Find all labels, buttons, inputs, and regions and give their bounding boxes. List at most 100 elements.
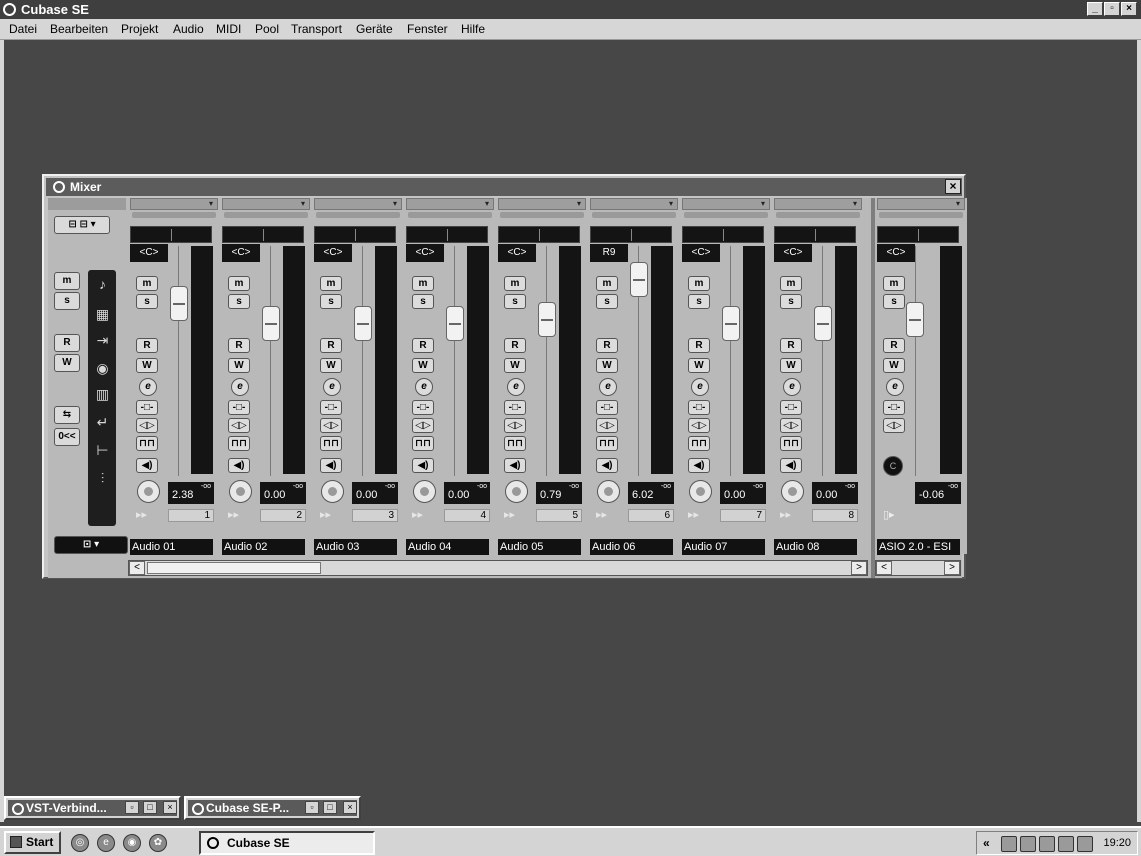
volume-display[interactable]: 0.00 -oo [812, 482, 858, 504]
send-bypass-button[interactable]: ⊓⊓ [228, 436, 250, 451]
solo-button[interactable]: s [596, 294, 618, 309]
insert-slot[interactable] [408, 212, 492, 218]
channel-name[interactable]: Audio 06 [590, 539, 673, 555]
edit-button[interactable]: e [139, 378, 157, 396]
mute-button[interactable]: m [412, 276, 434, 291]
menu-audio[interactable]: Audio [173, 22, 204, 36]
channel-name[interactable]: Audio 08 [774, 539, 857, 555]
channel-name[interactable]: Audio 02 [222, 539, 305, 555]
volume-fader[interactable] [354, 306, 372, 341]
edit-button[interactable]: e [231, 378, 249, 396]
insert-bypass-button[interactable]: -□- [780, 400, 802, 415]
master-insert-bypass-button[interactable]: -□- [883, 400, 905, 415]
menu-hilfe[interactable]: Hilfe [461, 22, 485, 36]
insert-slot[interactable] [592, 212, 676, 218]
menu-transport[interactable]: Transport [291, 22, 342, 36]
global-write-button[interactable]: W [54, 354, 80, 372]
reset-mixer-button[interactable]: 0<< [54, 428, 80, 446]
master-name[interactable]: ASIO 2.0 - ESI [877, 539, 960, 555]
volume-fader[interactable] [446, 306, 464, 341]
read-button[interactable]: R [780, 338, 802, 353]
eq-bypass-button[interactable]: ◁▷ [780, 418, 802, 433]
mixer-close-button[interactable]: × [945, 179, 961, 194]
output-channels-icon[interactable]: ⫶ [94, 470, 111, 487]
mute-button[interactable]: m [320, 276, 342, 291]
volume-fader[interactable] [722, 306, 740, 341]
read-button[interactable]: R [228, 338, 250, 353]
menu-projekt[interactable]: Projekt [121, 22, 158, 36]
volume-display[interactable]: 0.00 -oo [444, 482, 490, 504]
eq-bypass-button[interactable]: ◁▷ [320, 418, 342, 433]
restore-button[interactable]: ▫ [1104, 2, 1120, 16]
record-enable-knob[interactable] [505, 480, 528, 503]
input-channels-icon[interactable]: ⊢ [94, 442, 111, 459]
insert-display[interactable] [314, 226, 396, 243]
eq-bypass-button[interactable]: ◁▷ [504, 418, 526, 433]
read-button[interactable]: R [136, 338, 158, 353]
start-button[interactable]: Start [4, 831, 61, 854]
master-scrollbar[interactable]: < > [875, 560, 961, 576]
mute-button[interactable]: m [136, 276, 158, 291]
send-bypass-button[interactable]: ⊓⊓ [320, 436, 342, 451]
channel-top-bar[interactable]: ▾ [222, 198, 310, 210]
volume-fader[interactable] [814, 306, 832, 341]
read-button[interactable]: R [688, 338, 710, 353]
master-scroll-left-icon[interactable]: < [876, 561, 892, 575]
edit-button[interactable]: e [507, 378, 525, 396]
view-options-button[interactable]: ⊟ ⊟ ▾ [54, 216, 110, 234]
channel-name[interactable]: Audio 07 [682, 539, 765, 555]
eq-bypass-button[interactable]: ◁▷ [228, 418, 250, 433]
write-button[interactable]: W [412, 358, 434, 373]
channel-name[interactable]: Audio 05 [498, 539, 581, 555]
pan-display[interactable]: <C> [406, 244, 444, 262]
record-enable-knob[interactable] [413, 480, 436, 503]
global-solo-button[interactable]: s [54, 292, 80, 310]
eq-bypass-button[interactable]: ◁▷ [136, 418, 158, 433]
instrument-channels-icon[interactable]: ▥ [94, 386, 111, 403]
edit-button[interactable]: e [783, 378, 801, 396]
mute-button[interactable]: m [228, 276, 250, 291]
maximize-button[interactable]: □ [323, 801, 337, 814]
midi-channels-icon[interactable]: ◉ [94, 360, 111, 377]
close-button[interactable]: × [163, 801, 177, 814]
monitor-button[interactable]: ◀) [412, 458, 434, 473]
master-solo-button[interactable]: s [883, 294, 905, 309]
pan-display[interactable]: <C> [130, 244, 168, 262]
volume-fader[interactable] [538, 302, 556, 337]
channel-top-bar[interactable]: ▾ [314, 198, 402, 210]
channel-top-bar[interactable]: ▾ [774, 198, 862, 210]
master-write-button[interactable]: W [883, 358, 905, 373]
master-top-bar[interactable]: ▾ [877, 198, 965, 210]
send-bypass-button[interactable]: ⊓⊓ [596, 436, 618, 451]
insert-slot[interactable] [132, 212, 216, 218]
volume-display[interactable]: 6.02 -oo [628, 482, 674, 504]
restore-button[interactable]: ▫ [305, 801, 319, 814]
edit-button[interactable]: e [691, 378, 709, 396]
pan-display[interactable]: <C> [774, 244, 812, 262]
record-enable-knob[interactable] [597, 480, 620, 503]
solo-button[interactable]: s [688, 294, 710, 309]
insert-bypass-button[interactable]: -□- [504, 400, 526, 415]
send-bypass-button[interactable]: ⊓⊓ [412, 436, 434, 451]
tray-expand-icon[interactable]: « [983, 836, 990, 850]
channel-top-bar[interactable]: ▾ [130, 198, 218, 210]
write-button[interactable]: W [688, 358, 710, 373]
read-button[interactable]: R [412, 338, 434, 353]
edit-button[interactable]: e [599, 378, 617, 396]
write-button[interactable]: W [780, 358, 802, 373]
browser-quicklaunch-icon[interactable]: e [97, 834, 115, 852]
mute-button[interactable]: m [688, 276, 710, 291]
insert-display[interactable] [682, 226, 764, 243]
monitor-button[interactable]: ◀) [504, 458, 526, 473]
minimize-button[interactable]: _ [1087, 2, 1103, 16]
volume-display[interactable]: 0.00 -oo [352, 482, 398, 504]
channel-name[interactable]: Audio 03 [314, 539, 397, 555]
master-insert-slot[interactable] [879, 212, 963, 218]
monitor-button[interactable]: ◀) [136, 458, 158, 473]
global-read-button[interactable]: R [54, 334, 80, 352]
mute-button[interactable]: m [596, 276, 618, 291]
insert-bypass-button[interactable]: -□- [412, 400, 434, 415]
close-button[interactable]: × [1121, 2, 1137, 16]
insert-slot[interactable] [500, 212, 584, 218]
rewire-channels-icon[interactable]: ↵ [94, 414, 111, 431]
